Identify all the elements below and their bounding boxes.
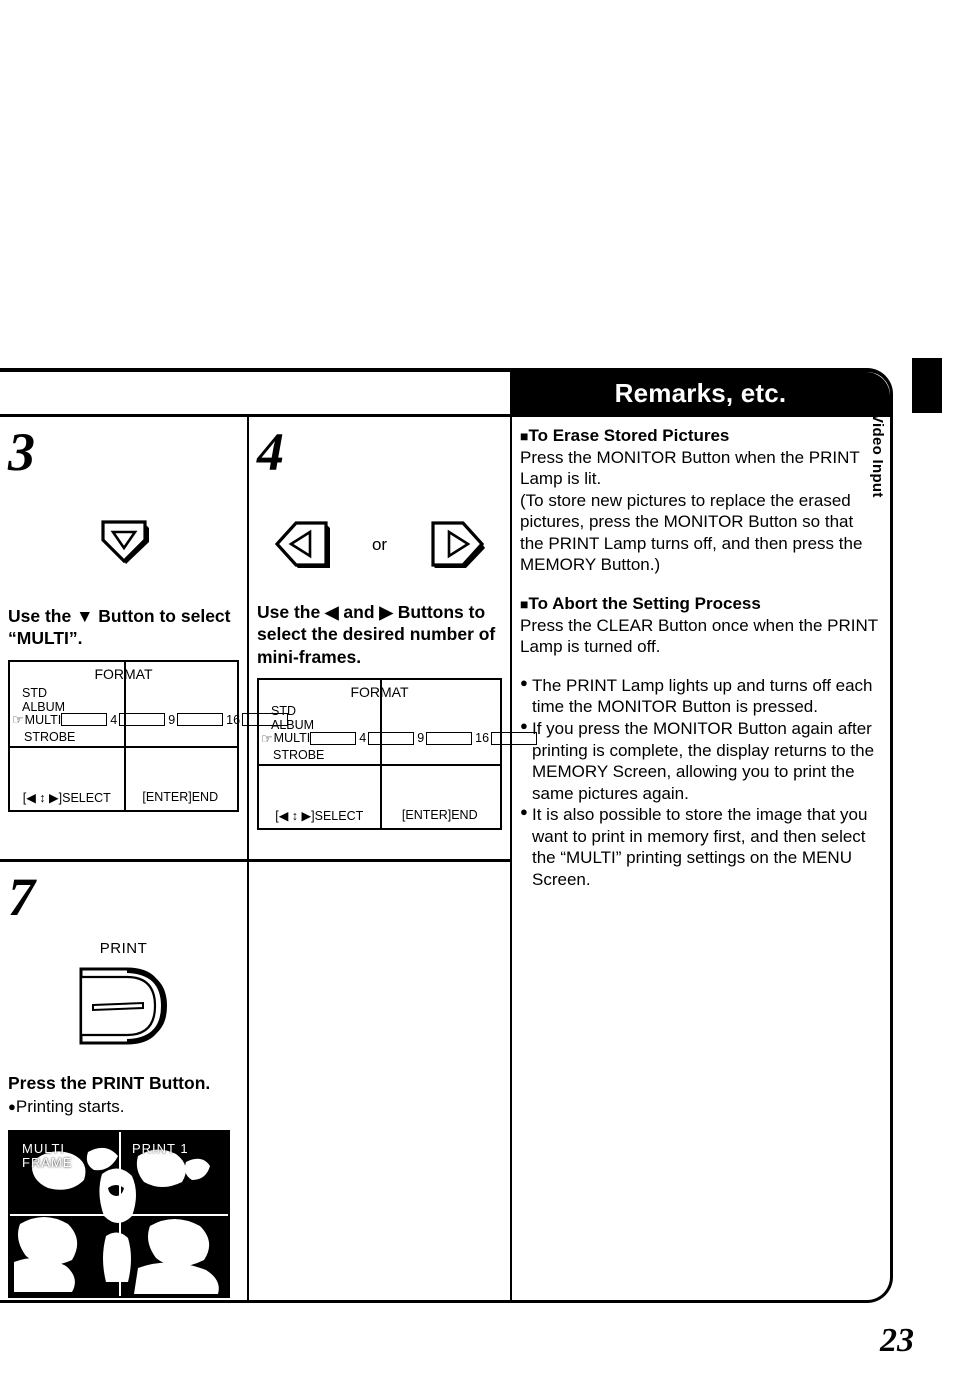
osd-footer-select: [◀ ↕ ▶]SELECT	[275, 809, 364, 824]
osd-footer: [◀ ↕ ▶]SELECT [ENTER]END	[10, 790, 237, 805]
remarks-section-2-para-1: Press the CLEAR Button once when the PRI…	[520, 615, 878, 657]
remarks-bullet-1-text: The PRINT Lamp lights up and turns off e…	[532, 675, 873, 717]
osd-item-std[interactable]: STD	[22, 686, 65, 700]
step-3-number: 3	[8, 422, 35, 482]
remarks-section-1-para-1: Press the MONITOR Button when the PRINT …	[520, 447, 860, 489]
format-menu-screen-step4: FORMAT STD ALBUM ☞ MULTI 4 9 16 STROBE […	[257, 678, 538, 831]
multi-frame-preview-photo: MULTI FRAME PRINT 1	[8, 1129, 230, 1298]
bullet-dot-icon: ●	[520, 674, 528, 690]
photo-overlay-line-1: MULTI	[22, 1140, 66, 1156]
page-number: 23	[880, 1322, 914, 1359]
step-7-number: 7	[8, 867, 35, 927]
step-3-panel: 3 Use the ▼ Button to select “MULTI”. FO…	[0, 417, 289, 859]
remarks-section-1-para-2: (To store new pictures to replace the er…	[520, 490, 863, 575]
remarks-bullet-3-text: It is also possible to store the image t…	[532, 805, 868, 889]
osd-title: FORMAT	[350, 684, 409, 701]
remarks-bullet-3: ● It is also possible to store the image …	[520, 804, 878, 890]
osd-menu-list: STD ALBUM ☞ MULTI 4 9 16 STROBE	[261, 704, 538, 762]
osd-item-strobe[interactable]: STROBE	[273, 748, 324, 762]
remarks-panel: ■To Erase Stored Pictures Press the MONI…	[512, 417, 890, 1303]
osd-item-multi-label: MULTI	[24, 712, 62, 727]
remarks-spacer	[520, 658, 878, 675]
format-menu-screen-step3: FORMAT STD ALBUM ☞ MULTI 4 9 16 STROBE […	[8, 659, 289, 812]
osd-item-std[interactable]: STD	[271, 704, 314, 718]
osd-item-album[interactable]: ALBUM	[22, 700, 65, 714]
osd-multi-slot	[310, 731, 357, 745]
step-4-button-illustration: or	[249, 503, 510, 587]
bullet-dot-icon: ●	[8, 1099, 16, 1115]
osd-slot-16	[491, 731, 538, 745]
empty-panel	[249, 862, 510, 1303]
remarks-section-2-heading: ■To Abort the Setting Process	[520, 593, 878, 615]
osd-horizontal-divider	[259, 764, 500, 767]
photo-overlay-line-2: FRAME	[22, 1154, 73, 1170]
osd-count-16[interactable]: 16	[475, 731, 489, 745]
photo-overlay-multi-frame: MULTI FRAME	[22, 1140, 73, 1171]
osd-vertical-divider	[379, 680, 382, 829]
side-tab-marker	[912, 358, 942, 413]
left-arrow-button-icon	[274, 521, 330, 568]
osd-count-9[interactable]: 9	[417, 731, 424, 745]
remarks-title: Remarks, etc.	[614, 377, 787, 408]
side-tab-label: Video Input	[869, 413, 886, 498]
osd-slot-4	[368, 731, 415, 745]
step-7-sub-bullet-text: Printing starts.	[15, 1097, 125, 1117]
step-7-caption: Press the PRINT Button.	[8, 1073, 211, 1093]
osd-slot-9	[426, 731, 473, 745]
step-7-panel: 7 PRINT Press the PRINT Button. ●Printin…	[0, 862, 247, 1303]
pointing-hand-icon: ☞	[261, 730, 273, 746]
osd-item-strobe[interactable]: STROBE	[24, 730, 75, 744]
frame-divider-horizontal	[10, 1213, 228, 1216]
remarks-bullet-1: ● The PRINT Lamp lights up and turns off …	[520, 675, 878, 718]
osd-footer: [◀ ↕ ▶]SELECT [ENTER]END	[259, 808, 500, 823]
remarks-section-1-heading-text: To Erase Stored Pictures	[528, 426, 730, 445]
osd-menu-list: STD ALBUM ☞ MULTI 4 9 16 STROBE	[12, 686, 289, 744]
or-label: or	[371, 535, 388, 554]
osd-item-multi[interactable]: ☞ MULTI 4 9 16	[12, 713, 482, 727]
osd-vertical-divider	[123, 661, 126, 810]
print-button-label: PRINT	[99, 940, 148, 957]
osd-item-album[interactable]: ALBUM	[271, 718, 314, 732]
osd-item-multi[interactable]: ☞ MULTI 4 9 16	[261, 731, 731, 745]
step-3-button-illustration	[0, 503, 247, 587]
step-4-panel: 4 or Use the ◀ and ▶ Buttons to select t…	[249, 417, 538, 859]
step-3-caption: Use the ▼ Button to select “MULTI”.	[8, 606, 231, 649]
down-arrow-button-icon	[100, 520, 149, 564]
step-7-sub-bullet: ●Printing starts.	[0, 1096, 247, 1117]
osd-slot-9	[177, 713, 224, 727]
osd-count-9[interactable]: 9	[168, 713, 175, 727]
osd-count-16[interactable]: 16	[226, 713, 240, 727]
right-arrow-button-icon	[431, 521, 486, 568]
remarks-header-bar: Remarks, etc.	[511, 372, 890, 415]
remarks-section-1-heading: ■To Erase Stored Pictures	[520, 425, 878, 447]
photo-overlay-print-count: PRINT 1	[132, 1140, 189, 1156]
osd-count-4[interactable]: 4	[110, 713, 117, 727]
osd-multi-slot	[61, 713, 108, 727]
osd-footer-end: [ENTER]END	[142, 789, 219, 804]
print-button-icon	[79, 967, 167, 1045]
remarks-section-2-heading-text: To Abort the Setting Process	[528, 594, 761, 614]
osd-count-4[interactable]: 4	[359, 731, 366, 745]
remarks-bullet-list: ● The PRINT Lamp lights up and turns off …	[520, 675, 878, 891]
osd-slot-4	[119, 713, 166, 727]
osd-footer-end: [ENTER]END	[401, 808, 478, 823]
pointing-hand-icon: ☞	[12, 712, 24, 728]
bullet-dot-icon: ●	[520, 804, 528, 820]
osd-horizontal-divider	[10, 745, 237, 748]
step-7-button-illustration: PRINT	[0, 940, 247, 1054]
step-4-number: 4	[257, 422, 284, 482]
osd-title: FORMAT	[94, 665, 153, 682]
remarks-spacer	[520, 576, 878, 593]
step-4-caption: Use the ◀ and ▶ Buttons to select the de…	[257, 602, 496, 667]
osd-footer-select: [◀ ↕ ▶]SELECT	[22, 790, 111, 805]
osd-item-multi-label: MULTI	[273, 731, 311, 746]
